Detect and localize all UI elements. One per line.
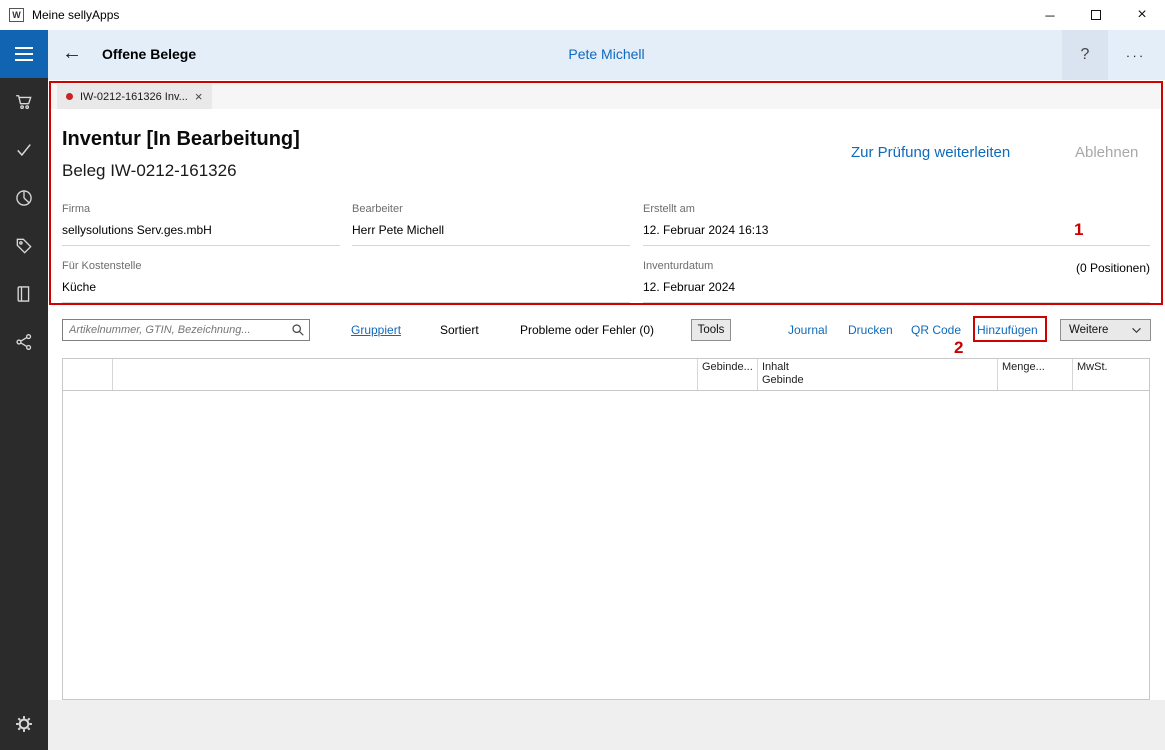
main-content: IW-0212-161326 Inv... × Inventur [In Bea… — [48, 80, 1165, 750]
window-title: Meine sellyApps — [32, 8, 119, 22]
field-value: Herr Pete Michell — [352, 215, 630, 237]
column-header-line1: Inhalt — [762, 361, 993, 374]
close-icon: × — [1137, 6, 1146, 24]
tab-close-icon[interactable]: × — [195, 90, 203, 103]
column-header-empty-2 — [113, 359, 698, 390]
minimize-button[interactable]: ─ — [1027, 0, 1073, 30]
search-input[interactable] — [63, 320, 309, 340]
bottom-strip — [48, 700, 1165, 750]
column-header-empty-1 — [63, 359, 113, 390]
pie-chart-icon — [14, 188, 34, 208]
field-kostenstelle: Für Kostenstelle Küche — [62, 257, 630, 303]
window-titlebar: W Meine sellyApps ─ × — [0, 0, 1165, 30]
annotation-marker-2: 2 — [954, 338, 963, 358]
sidebar-item-statistics[interactable] — [0, 174, 48, 222]
help-icon: ? — [1081, 46, 1090, 64]
help-button[interactable]: ? — [1062, 30, 1108, 80]
journal-link[interactable]: Journal — [788, 323, 827, 337]
search-icon[interactable] — [291, 323, 305, 337]
positions-count: (0 Positionen) — [643, 261, 1150, 275]
settings-gear-icon — [14, 714, 34, 734]
field-label: Firma — [62, 200, 340, 215]
app-icon: W — [9, 8, 24, 22]
forward-for-review-button[interactable]: Zur Prüfung weiterleiten — [851, 144, 1010, 161]
table-body-empty — [63, 391, 1149, 699]
field-erstellt-am: Erstellt am 12. Februar 2024 16:13 — [643, 200, 1150, 246]
close-button[interactable]: × — [1119, 0, 1165, 30]
column-header-line2: Gebinde — [762, 374, 993, 387]
problems-filter[interactable]: Probleme oder Fehler (0) — [520, 323, 654, 337]
column-header-mwst[interactable]: MwSt. — [1073, 359, 1149, 390]
field-value: 12. Februar 2024 16:13 — [643, 215, 1150, 237]
column-header-gebinde[interactable]: Gebinde... — [698, 359, 758, 390]
minimize-icon: ─ — [1045, 8, 1054, 23]
app-header: ← Offene Belege Pete Michell ? ∙∙∙ — [48, 30, 1165, 80]
document-title: Inventur [In Bearbeitung] — [62, 128, 300, 151]
ellipsis-icon: ∙∙∙ — [1126, 48, 1146, 63]
book-icon — [14, 284, 34, 304]
field-value: Küche — [62, 272, 630, 294]
sidebar-item-network[interactable] — [0, 318, 48, 366]
field-value: 12. Februar 2024 — [643, 272, 1150, 294]
table-header-row: Gebinde... Inhalt Gebinde Menge... MwSt. — [63, 359, 1149, 391]
sidebar-item-cart[interactable] — [0, 78, 48, 126]
field-label: Erstellt am — [643, 200, 1150, 215]
tools-button-label: Tools — [698, 324, 725, 336]
share-network-icon — [14, 332, 34, 352]
window-controls: ─ × — [1027, 0, 1165, 30]
column-header-menge[interactable]: Menge... — [998, 359, 1073, 390]
field-label: Für Kostenstelle — [62, 257, 630, 272]
tab-label: IW-0212-161326 Inv... — [80, 91, 188, 103]
unsaved-indicator-dot — [66, 93, 73, 100]
positions-table: Gebinde... Inhalt Gebinde Menge... MwSt. — [62, 358, 1150, 700]
maximize-icon — [1091, 10, 1101, 20]
sidebar — [0, 30, 48, 750]
qr-code-link[interactable]: QR Code — [911, 323, 961, 337]
field-firma: Firma sellysolutions Serv.ges.mbH — [62, 200, 340, 246]
sidebar-item-tasks[interactable] — [0, 126, 48, 174]
column-header-inhalt-gebinde[interactable]: Inhalt Gebinde — [758, 359, 998, 390]
reject-button[interactable]: Ablehnen — [1075, 144, 1138, 161]
shopping-cart-icon — [14, 92, 34, 112]
tab-strip: IW-0212-161326 Inv... × — [51, 83, 1162, 109]
grouped-toggle[interactable]: Gruppiert — [351, 323, 401, 337]
price-tag-icon — [14, 236, 34, 256]
field-value: sellysolutions Serv.ges.mbH — [62, 215, 340, 237]
maximize-button[interactable] — [1073, 0, 1119, 30]
add-button[interactable]: Hinzufügen — [977, 323, 1038, 337]
more-actions-label: Weitere — [1069, 324, 1108, 336]
more-actions-button[interactable]: Weitere — [1060, 319, 1151, 341]
checkmark-icon — [14, 140, 34, 160]
sidebar-item-settings[interactable] — [0, 700, 48, 748]
tools-button[interactable]: Tools — [691, 319, 731, 341]
header-more-button[interactable]: ∙∙∙ — [1113, 30, 1159, 80]
sidebar-item-catalog[interactable] — [0, 270, 48, 318]
tab-document[interactable]: IW-0212-161326 Inv... × — [57, 84, 212, 109]
article-search-box — [62, 319, 310, 341]
sorted-toggle[interactable]: Sortiert — [440, 323, 479, 337]
chevron-down-icon — [1131, 327, 1142, 334]
hamburger-menu-button[interactable] — [0, 30, 48, 78]
field-label: Bearbeiter — [352, 200, 630, 215]
field-bearbeiter: Bearbeiter Herr Pete Michell — [352, 200, 630, 246]
user-name[interactable]: Pete Michell — [48, 46, 1165, 62]
sidebar-item-prices[interactable] — [0, 222, 48, 270]
print-link[interactable]: Drucken — [848, 323, 893, 337]
document-number: Beleg IW-0212-161326 — [62, 161, 237, 181]
